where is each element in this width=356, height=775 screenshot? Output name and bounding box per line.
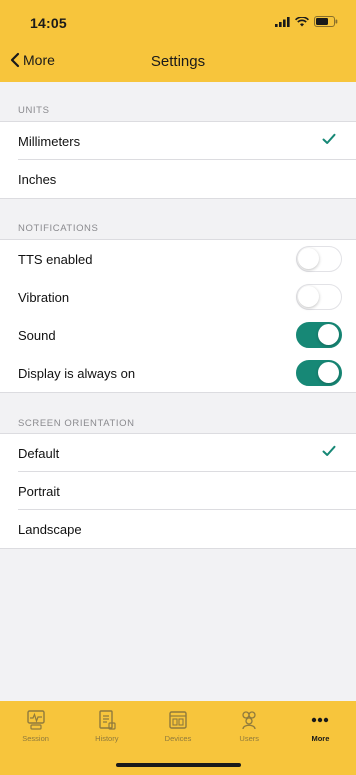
section-header-units: UNITS (18, 105, 50, 116)
toggle-label: Vibration (18, 289, 70, 305)
tab-more[interactable]: More (285, 701, 356, 751)
toggle-knob (318, 324, 339, 345)
toggle-knob (318, 362, 339, 383)
orientation-option-portrait[interactable]: Portrait (0, 472, 356, 510)
header: 14:05 More Settings (0, 0, 356, 82)
devices-icon (169, 711, 187, 729)
wifi-icon (295, 16, 309, 26)
toggle-knob (298, 286, 319, 307)
tab-devices[interactable]: Devices (142, 701, 213, 751)
signal-icon (275, 16, 290, 27)
status-time: 14:05 (30, 15, 67, 31)
display-always-on-toggle[interactable] (296, 360, 342, 386)
orientation-option-default[interactable]: Default (0, 434, 356, 472)
session-icon (26, 710, 45, 730)
toggle-label: TTS enabled (18, 251, 93, 267)
orientation-option-landscape[interactable]: Landscape (0, 510, 356, 548)
toggle-label: Sound (18, 327, 56, 343)
section-header-orientation: SCREEN ORIENTATION (18, 418, 135, 429)
sound-toggle[interactable] (296, 322, 342, 348)
tab-label: History (95, 734, 119, 743)
tab-label: Users (239, 734, 259, 743)
tab-session[interactable]: Session (0, 701, 71, 751)
checkmark-icon (322, 133, 336, 144)
nav-bar: More Settings (0, 44, 356, 82)
status-icons (275, 16, 338, 27)
toggle-row-vibration: Vibration (0, 278, 356, 316)
tab-label: Session (22, 734, 49, 743)
units-option-millimeters[interactable]: Millimeters (0, 122, 356, 160)
option-label: Portrait (18, 483, 60, 499)
users-icon (242, 711, 256, 730)
tab-label: Devices (164, 734, 192, 743)
units-group: Millimeters Inches (0, 121, 356, 199)
more-icon (312, 717, 329, 723)
toggle-knob (298, 248, 319, 269)
back-button-label: More (23, 52, 55, 68)
home-indicator (116, 763, 241, 767)
option-label: Millimeters (18, 133, 81, 149)
status-bar: 14:05 (0, 0, 356, 44)
tab-users[interactable]: Users (214, 701, 285, 751)
chevron-left-icon (10, 52, 20, 68)
notifications-group: TTS enabled Vibration Sound Display is a… (0, 239, 356, 393)
checkmark-icon (322, 445, 336, 456)
toggle-row-tts: TTS enabled (0, 240, 356, 278)
units-option-inches[interactable]: Inches (0, 160, 356, 198)
tts-toggle[interactable] (296, 246, 342, 272)
battery-icon (314, 16, 338, 27)
toggle-row-sound: Sound (0, 316, 356, 354)
toggle-label: Display is always on (18, 365, 136, 381)
back-button[interactable]: More (10, 52, 55, 68)
vibration-toggle[interactable] (296, 284, 342, 310)
section-header-notifications: NOTIFICATIONS (18, 223, 99, 234)
tab-history[interactable]: History (71, 701, 142, 751)
tab-label: More (311, 734, 330, 743)
history-icon (99, 710, 116, 730)
option-label: Landscape (18, 521, 82, 537)
option-label: Inches (18, 171, 57, 187)
toggle-row-display-always-on: Display is always on (0, 354, 356, 392)
option-label: Default (18, 445, 60, 461)
orientation-group: Default Portrait Landscape (0, 433, 356, 549)
